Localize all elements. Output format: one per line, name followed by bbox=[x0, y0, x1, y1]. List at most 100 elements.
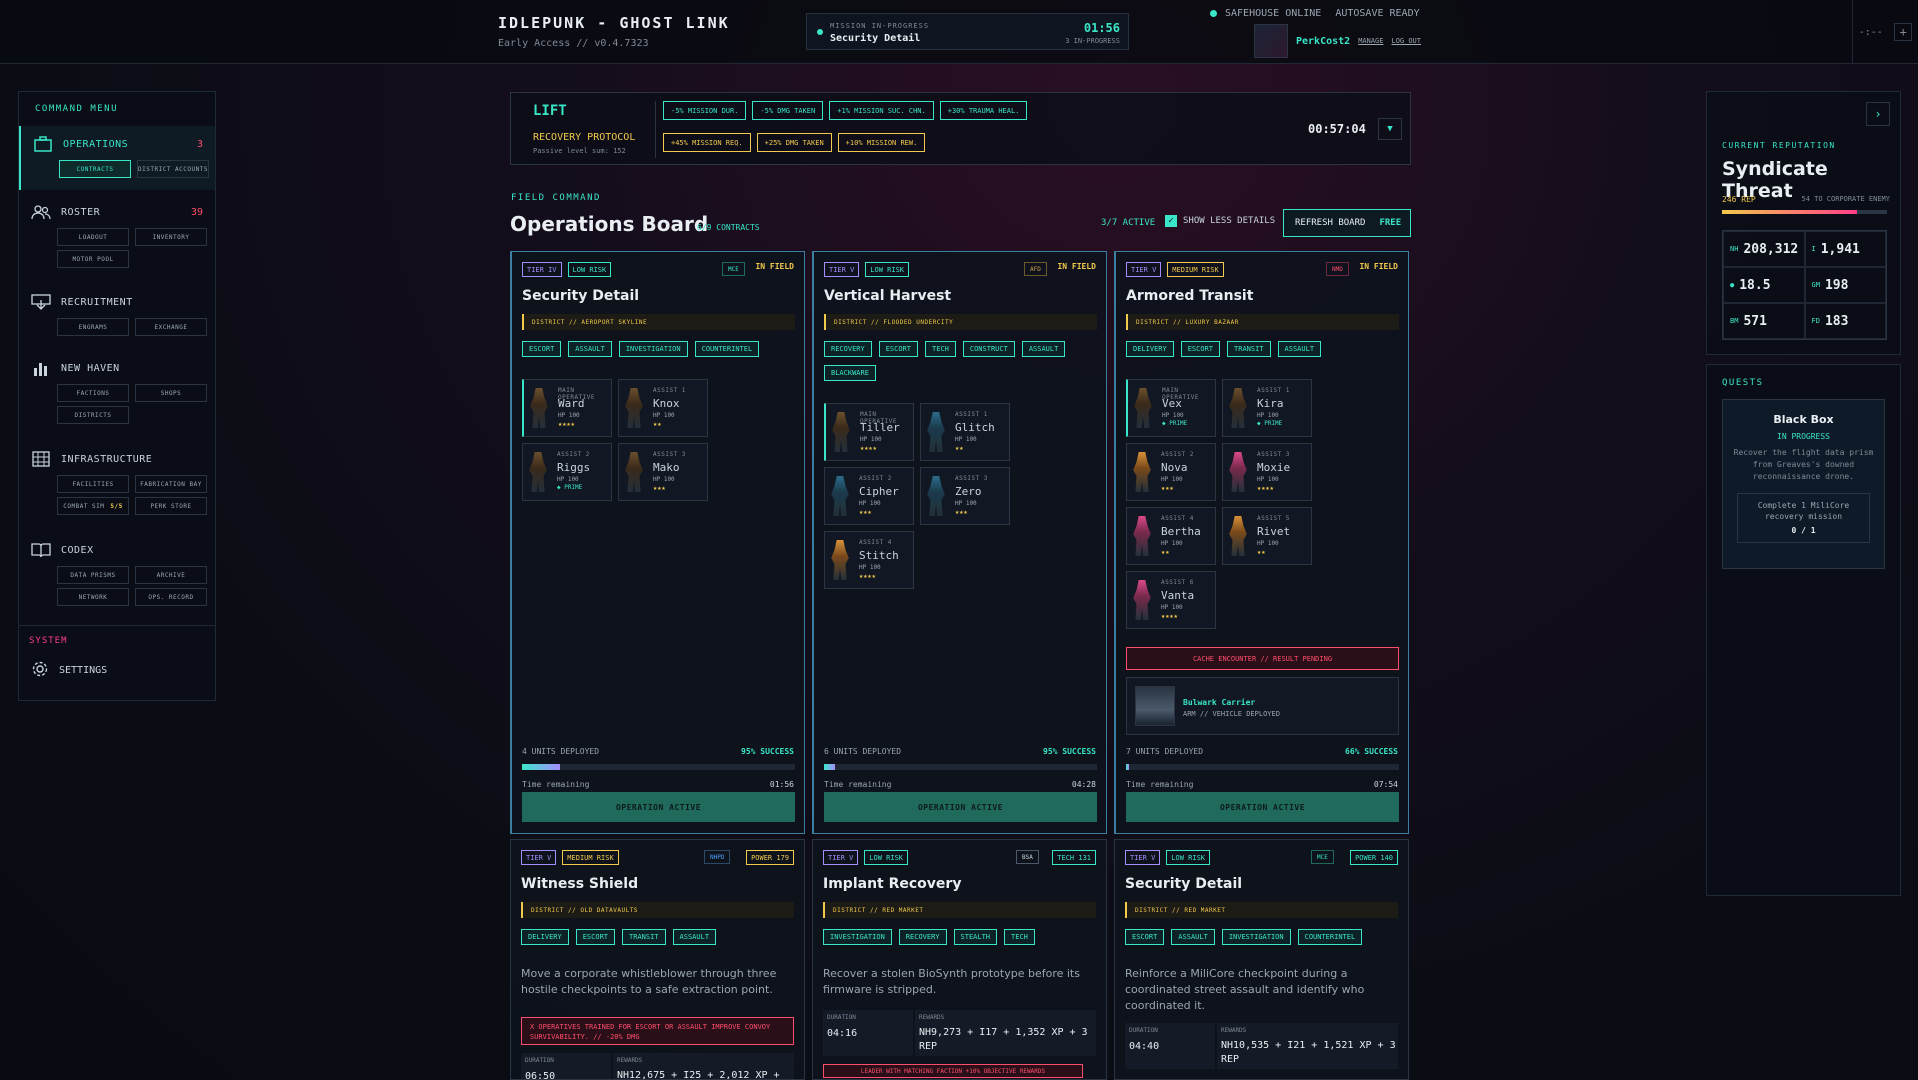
operative-slot[interactable]: ASSIST 1 Knox HP 100 ★★ bbox=[618, 379, 708, 437]
operation-active-button[interactable]: OPERATION ACTIVE bbox=[824, 792, 1097, 822]
operative-slot[interactable]: MAIN OPERATIVE Vex HP 100 ◆ PRIME bbox=[1126, 379, 1216, 437]
resource-grid: NH 208,312 I 1,941 ● 18.5 GM 198 BM 571 FD 183 bbox=[1722, 230, 1887, 340]
time-remaining-value: 01:56 bbox=[769, 780, 794, 789]
operative-hp: HP 100 bbox=[859, 564, 881, 571]
rewards-value: NH10,535 + I21 + 1,521 XP + 3 REP bbox=[1221, 1040, 1396, 1065]
quest-card[interactable]: Black Box IN PROGRESS Recover the flight… bbox=[1722, 399, 1885, 569]
collapse-panel-button[interactable]: › bbox=[1866, 102, 1890, 126]
operation-active-button[interactable]: OPERATION ACTIVE bbox=[522, 792, 795, 822]
mission-card-security-detail-2[interactable]: TIER V LOW RISK MCE POWER 140 Security De… bbox=[1114, 839, 1409, 1080]
operative-name: Vex bbox=[1162, 397, 1182, 410]
quest-objective: Complete 1 MiliCore recovery mission 0 / … bbox=[1737, 493, 1870, 543]
sub-archive[interactable]: ARCHIVE bbox=[135, 566, 207, 584]
operative-slot[interactable]: ASSIST 5 Rivet HP 100 ★★ bbox=[1222, 507, 1312, 565]
sub-combat-sim[interactable]: COMBAT SIM 5/5 bbox=[57, 497, 129, 515]
resource-value: 208,312 bbox=[1743, 241, 1799, 257]
operative-hp: HP 100 bbox=[1161, 604, 1183, 611]
risk-badge: MEDIUM RISK bbox=[1167, 262, 1224, 277]
sub-contracts[interactable]: CONTRACTS bbox=[59, 160, 131, 178]
operative-slot[interactable]: ASSIST 6 Vanta HP 100 ★★★★ bbox=[1126, 571, 1216, 629]
manage-link[interactable]: MANAGE bbox=[1358, 37, 1383, 45]
lift-expand-button[interactable]: ▼ bbox=[1378, 118, 1402, 140]
sidebar-item-operations[interactable]: OPERATIONS 3 bbox=[21, 134, 215, 154]
sub-network[interactable]: NETWORK bbox=[57, 588, 129, 606]
debuff-badge: +10% MISSION REW. bbox=[837, 133, 926, 152]
operative-sprite bbox=[1133, 516, 1151, 556]
lift-panel: LIFT RECOVERY PROTOCOL Passive level sum… bbox=[510, 92, 1411, 165]
sidebar-item-new-haven[interactable]: NEW HAVEN bbox=[19, 358, 215, 378]
sub-perk-store[interactable]: PERK STORE bbox=[135, 497, 207, 515]
operative-slot[interactable]: MAIN OPERATIVE Ward HP 100 ★★★★ bbox=[522, 379, 612, 437]
operative-name: Ward bbox=[558, 397, 585, 410]
operative-slot[interactable]: ASSIST 3 Mako HP 100 ★★★ bbox=[618, 443, 708, 501]
sub-facilities[interactable]: FACILITIES bbox=[57, 475, 129, 493]
role-chip: ASSAULT bbox=[1021, 341, 1066, 357]
sub-loadout[interactable]: LOADOUT bbox=[57, 228, 129, 246]
mission-timer: 01:56 bbox=[1083, 21, 1120, 35]
operative-slot[interactable]: ASSIST 3 Moxie HP 100 ★★★★ bbox=[1222, 443, 1312, 501]
show-less-details-toggle[interactable]: ✓ SHOW LESS DETAILS bbox=[1165, 215, 1275, 227]
plus-button[interactable]: + bbox=[1894, 23, 1913, 41]
sub-district-accounts[interactable]: DISTRICT ACCOUNTS bbox=[137, 160, 209, 178]
sub-ops-record[interactable]: OPS. RECORD bbox=[135, 588, 207, 606]
operative-slot[interactable]: ASSIST 2 Nova HP 100 ★★★ bbox=[1126, 443, 1216, 501]
system-heading: SYSTEM bbox=[29, 636, 68, 646]
sub-inventory[interactable]: INVENTORY bbox=[135, 228, 207, 246]
operative-slot[interactable]: ASSIST 2 Cipher HP 100 ★★★ bbox=[824, 467, 914, 525]
vehicle-card[interactable]: Bulwark Carrier ARM // VEHICLE DEPLOYED bbox=[1126, 677, 1399, 735]
sub-districts[interactable]: DISTRICTS bbox=[57, 406, 129, 424]
sub-shops[interactable]: SHOPS bbox=[135, 384, 207, 402]
sub-engrams[interactable]: ENGRAMS bbox=[57, 318, 129, 336]
duration-label: DURATION bbox=[525, 1057, 554, 1064]
sidebar-item-infrastructure[interactable]: INFRASTRUCTURE bbox=[19, 449, 215, 469]
operative-role: ASSIST 1 bbox=[1257, 387, 1290, 394]
operative-sprite bbox=[1229, 516, 1247, 556]
mission-card-implant-recovery[interactable]: TIER V LOW RISK BSA TECH 131 Implant Reco… bbox=[812, 839, 1107, 1080]
sub-factions[interactable]: FACTIONS bbox=[57, 384, 129, 402]
sub-data-prisms[interactable]: DATA PRISMS bbox=[57, 566, 129, 584]
time-remaining-label: Time remaining bbox=[522, 780, 590, 789]
objective-text: Complete 1 MiliCore recovery mission bbox=[1757, 501, 1850, 521]
operative-hp: HP 100 bbox=[1257, 540, 1279, 547]
sidebar-item-settings[interactable]: SETTINGS bbox=[31, 660, 107, 681]
resource-key: I bbox=[1811, 245, 1816, 253]
operative-sprite bbox=[831, 540, 849, 580]
operative-slot[interactable]: ASSIST 2 Riggs HP 100 ◆ PRIME bbox=[522, 443, 612, 501]
sub-motor-pool[interactable]: MOTOR POOL bbox=[57, 250, 129, 268]
operative-slot[interactable]: MAIN OPERATIVE Tiller HP 100 ★★★★ bbox=[824, 403, 914, 461]
operative-slot[interactable]: ASSIST 3 Zero HP 100 ★★★ bbox=[920, 467, 1010, 525]
top-header: IDLEPUNK - GHOST LINK Early Access // v0… bbox=[0, 0, 1918, 64]
operative-name: Bertha bbox=[1161, 525, 1201, 538]
logout-link[interactable]: LOG OUT bbox=[1391, 37, 1421, 45]
recovery-protocol: RECOVERY PROTOCOL bbox=[533, 132, 636, 143]
tier-badge: TIER V bbox=[1126, 262, 1162, 277]
sidebar-item-roster[interactable]: ROSTER 39 bbox=[19, 202, 215, 222]
mission-card-witness-shield[interactable]: TIER V MEDIUM RISK NHPD POWER 179 Witness… bbox=[510, 839, 805, 1080]
buff-badge: +1% MISSION SUC. CHN. bbox=[829, 101, 934, 120]
mission-in-progress-widget[interactable]: MISSION IN-PROGRESS Security Detail 01:5… bbox=[806, 13, 1129, 50]
card-title: Vertical Harvest bbox=[824, 288, 952, 304]
sidebar-item-recruitment[interactable]: RECRUITMENT bbox=[19, 292, 215, 312]
mission-card-armored-transit[interactable]: TIER V MEDIUM RISK NMD IN FIELD Armored T… bbox=[1114, 251, 1409, 834]
operative-slot[interactable]: ASSIST 4 Bertha HP 100 ★★ bbox=[1126, 507, 1216, 565]
quests-heading: QUESTS bbox=[1722, 378, 1764, 388]
sub-exchange[interactable]: EXCHANGE bbox=[135, 318, 207, 336]
sub-fabrication-bay[interactable]: FABRICATION BAY bbox=[135, 475, 207, 493]
refresh-board-button[interactable]: REFRESH BOARD FREE bbox=[1283, 209, 1411, 237]
role-chip: ESCORT bbox=[1125, 929, 1165, 945]
passive-level: Passive level sum: 152 bbox=[533, 147, 626, 155]
operation-active-button[interactable]: OPERATION ACTIVE bbox=[1126, 792, 1399, 822]
operative-name: Zero bbox=[955, 485, 982, 498]
building-icon bbox=[31, 450, 51, 468]
sidebar-item-label: RECRUITMENT bbox=[61, 296, 133, 308]
operative-slot[interactable]: ASSIST 4 Stitch HP 100 ★★★★ bbox=[824, 531, 914, 589]
operative-sprite bbox=[529, 452, 547, 492]
quests-panel: QUESTS Black Box IN PROGRESS Recover the… bbox=[1706, 364, 1901, 896]
mission-card-security-detail[interactable]: TIER IV LOW RISK MCE IN FIELD Security De… bbox=[510, 251, 805, 834]
sidebar-item-codex[interactable]: CODEX bbox=[19, 540, 215, 560]
operative-slot[interactable]: ASSIST 1 Kira HP 100 ◆ PRIME bbox=[1222, 379, 1312, 437]
risk-badge: LOW RISK bbox=[567, 262, 612, 277]
avatar[interactable] bbox=[1254, 24, 1288, 58]
mission-card-vertical-harvest[interactable]: TIER V LOW RISK AFD IN FIELD Vertical Har… bbox=[812, 251, 1107, 834]
operative-slot[interactable]: ASSIST 1 Glitch HP 100 ★★ bbox=[920, 403, 1010, 461]
